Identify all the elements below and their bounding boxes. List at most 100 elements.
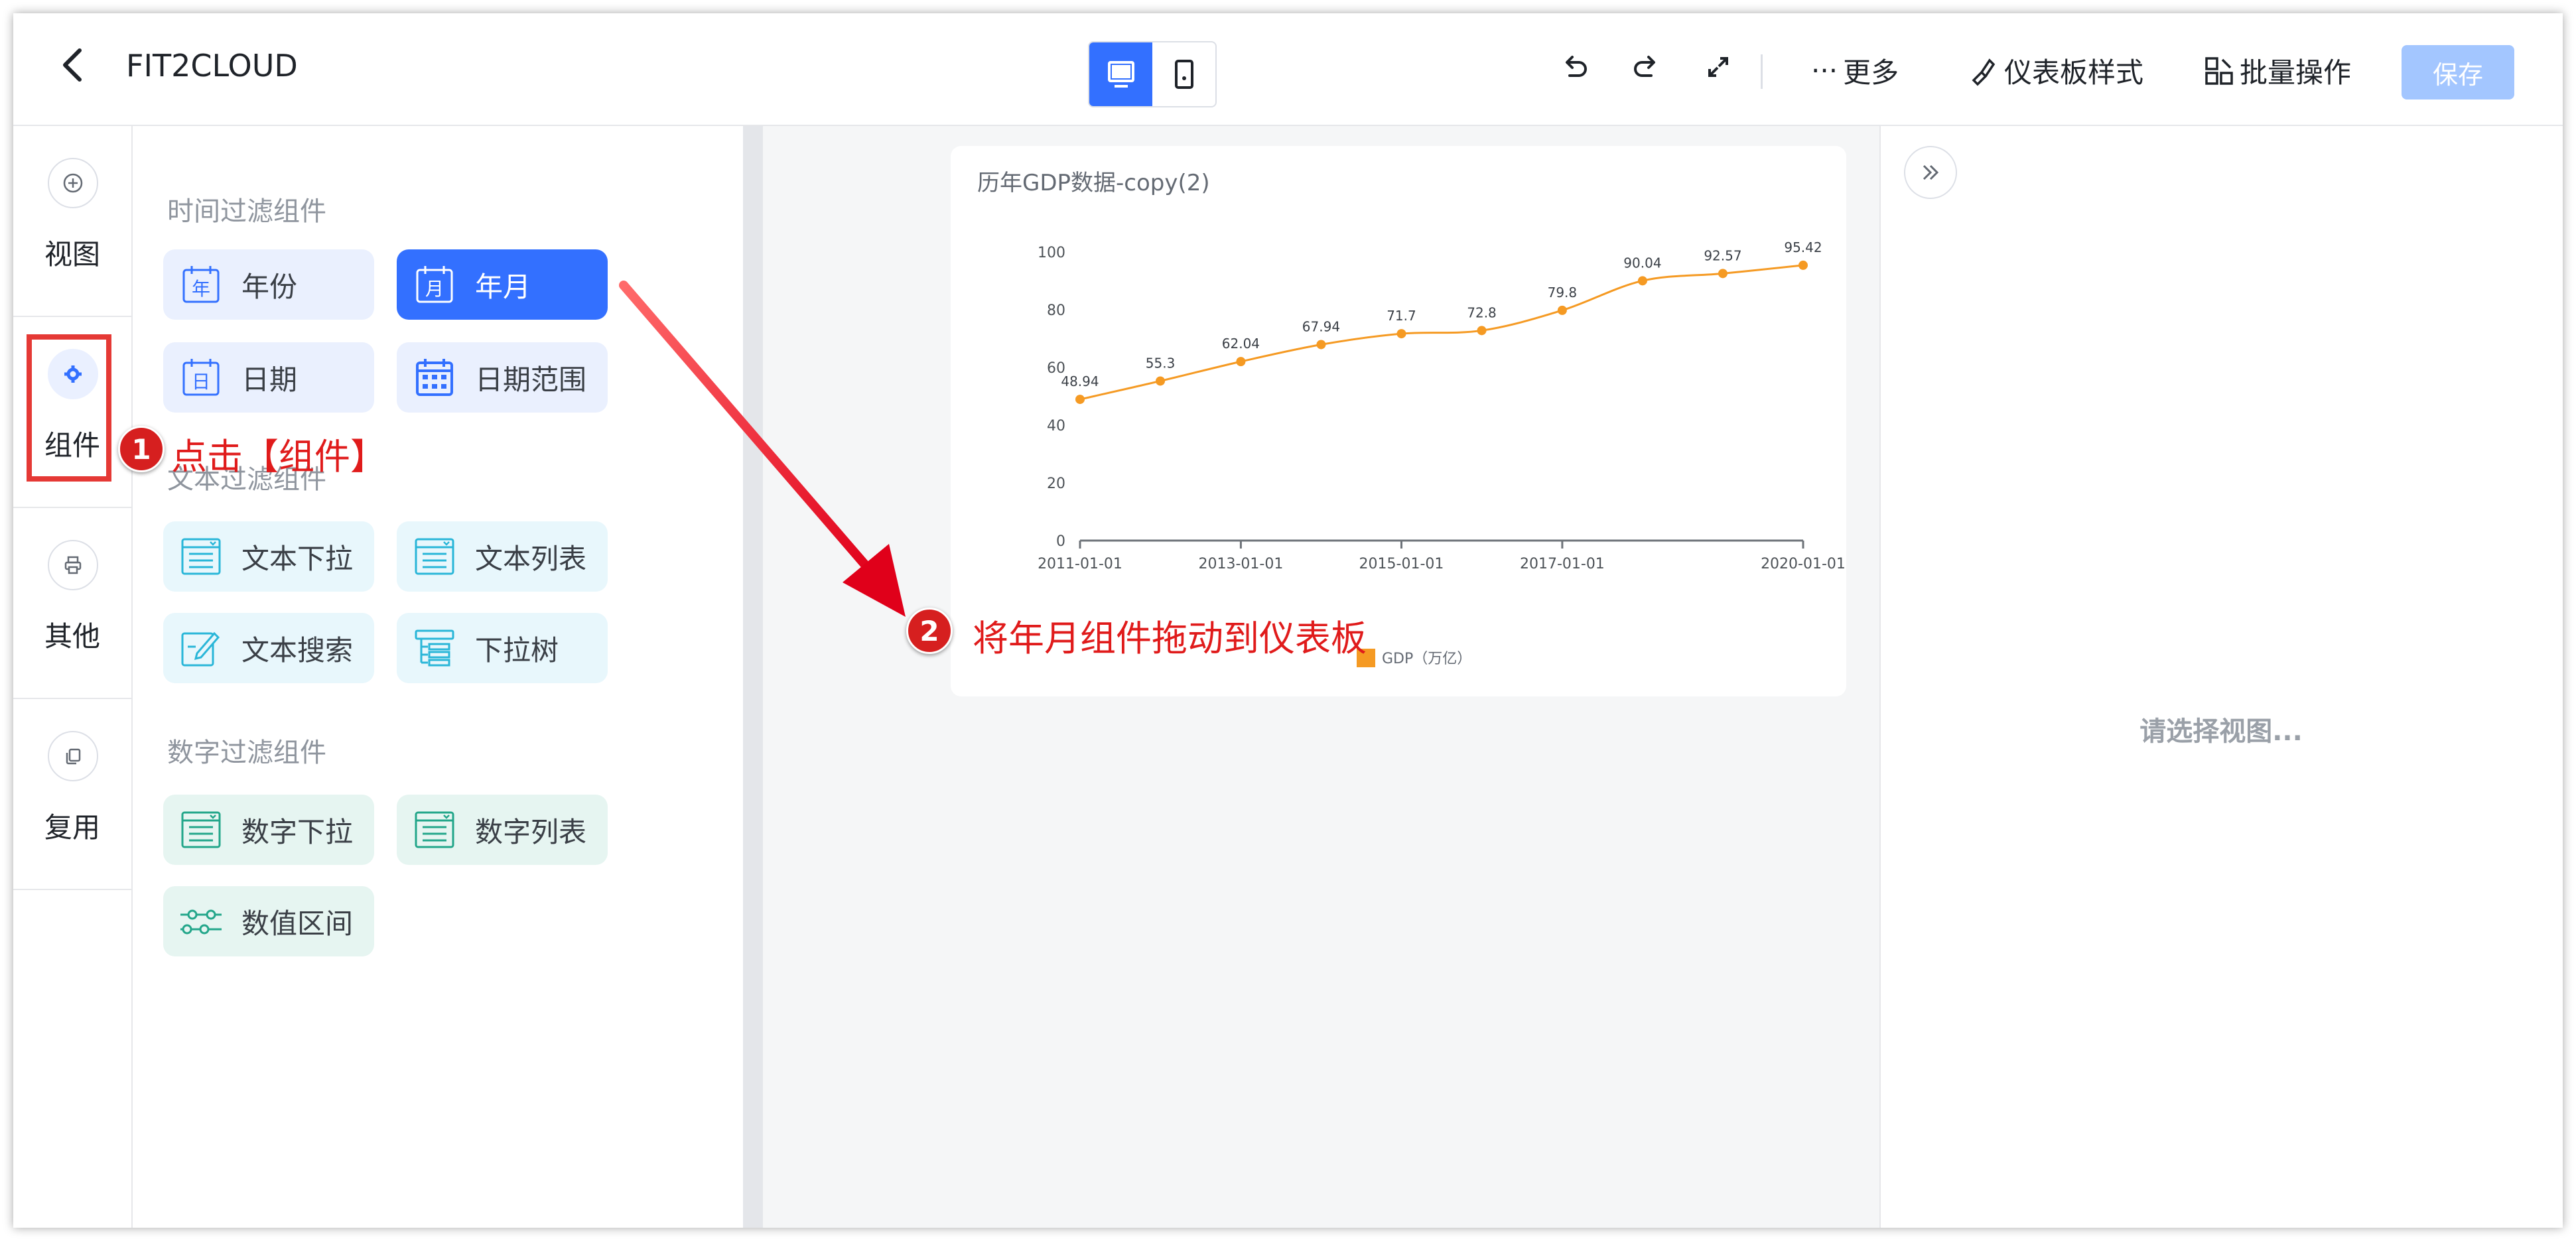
data-label: 71.7 [1387,308,1416,324]
chip-label: 数字列表 [475,815,587,848]
svg-text:月: 月 [425,278,444,300]
dropdown-list-icon [178,807,224,853]
header-divider [1761,54,1763,89]
grid-icon [2205,56,2233,85]
more-label: 更多 [1843,56,1899,89]
svg-text:日: 日 [192,371,210,393]
redo-button[interactable] [1629,50,1662,84]
back-arrow-icon [63,48,82,82]
batch-ops-label: 批量操作 [2240,56,2352,89]
y-tick-label: 80 [1047,302,1065,319]
highlight-box-component [27,334,111,482]
canvas-scroll-edge [743,126,763,1228]
x-tick-label: 2013-01-01 [1198,556,1283,572]
top-header: FIT2CLOUD ··· 更多 仪表板样式 批量操作 保存 [13,13,2563,126]
rail-label: 其他 [44,620,100,653]
rail-item-view[interactable]: 视图 [13,126,131,317]
rail-label: 复用 [44,811,100,844]
calendar-day-icon: 日 [178,354,224,401]
data-point [1316,340,1326,350]
step-badge-2: 2 [906,608,953,654]
tree-icon [411,625,458,671]
double-chevron-right-icon [1923,164,1939,180]
data-point [1156,376,1166,386]
number-filter-section-title: 数字过滤组件 [167,738,326,768]
brush-icon [1972,58,1996,86]
edit-search-icon [178,625,224,671]
data-label: 62.04 [1222,336,1260,352]
calendar-month-icon: 月 [411,261,458,308]
filter-chip-text-dropdown[interactable]: 文本下拉 [163,521,374,592]
data-point [1557,305,1567,315]
filter-chip-year[interactable]: 年 年份 [163,249,374,320]
expand-icon [1708,57,1728,77]
dashboard-title: FIT2CLOUD [126,48,298,84]
filter-chip-dropdown-tree[interactable]: 下拉树 [397,613,608,683]
filter-chip-year-month[interactable]: 月 年月 [397,249,608,320]
y-tick-label: 100 [1038,245,1065,261]
undo-icon [1566,56,1587,77]
left-icon-rail: 视图 组件 其他 复用 [13,126,133,1228]
dropdown-list-icon [178,533,224,580]
filter-chip-text-list[interactable]: 文本列表 [397,521,608,592]
y-tick-label: 20 [1047,476,1065,492]
dashboard-style-label: 仪表板样式 [2004,56,2144,89]
fullscreen-button[interactable] [1702,50,1735,84]
component-panel: 时间过滤组件 年 年份 月 年月 日 日期 日期范围 文本过滤组件 文本下拉 文… [133,126,743,1228]
calendar-range-icon [411,354,458,401]
filter-chip-text-search[interactable]: 文本搜索 [163,613,374,683]
app-window: FIT2CLOUD ··· 更多 仪表板样式 批量操作 保存 视图 组件 其他 … [13,13,2563,1228]
list-icon [411,807,458,853]
more-dots-icon: ··· [1811,54,1838,87]
chip-label: 年月 [475,270,531,303]
chip-label: 日期 [241,363,298,396]
filter-chip-number-range[interactable]: 数值区间 [163,886,374,956]
select-view-placeholder: 请选择视图... [2139,716,2303,747]
undo-button[interactable] [1559,50,1592,84]
list-icon [411,533,458,580]
calendar-year-icon: 年 [178,261,224,308]
data-labels: 48.94 55.3 62.04 67.94 71.7 72.8 79.8 90.04 92.5… [1061,239,1822,389]
filter-chip-date-range[interactable]: 日期范围 [397,342,608,413]
redo-icon [1634,56,1655,77]
x-axis: 2011-01-01 2013-01-01 2015-01-01 2017-01-01… [1038,539,1846,572]
rail-item-other[interactable]: 其他 [13,508,131,699]
chip-label: 文本列表 [475,542,587,575]
properties-panel [1879,126,2563,1228]
series-line [1079,264,1804,401]
save-button[interactable]: 保存 [2402,45,2514,99]
filter-chip-date[interactable]: 日 日期 [163,342,374,413]
rail-item-reuse[interactable]: 复用 [13,699,131,890]
batch-ops-button[interactable]: 批量操作 [2203,50,2351,91]
data-label: 79.8 [1548,285,1578,300]
x-tick-label: 2020-01-01 [1761,556,1846,572]
time-filter-section-title: 时间过滤组件 [167,196,326,227]
dashboard-style-button[interactable]: 仪表板样式 [1967,50,2143,91]
x-tick-label: 2017-01-01 [1520,556,1605,572]
chip-label: 日期范围 [475,363,587,396]
rail-label: 视图 [44,238,100,271]
data-label: 67.94 [1302,318,1340,334]
phone-icon [1174,60,1193,89]
data-label: 95.42 [1784,239,1822,255]
y-axis: 020406080100 [1038,245,1065,550]
chip-label: 年份 [241,270,298,303]
step-badge-1: 1 [118,426,165,472]
printer-icon [48,540,98,590]
data-label: 55.3 [1146,355,1176,371]
svg-text:年: 年 [192,278,210,300]
filter-chip-number-dropdown[interactable]: 数字下拉 [163,795,374,865]
chip-label: 文本搜索 [241,633,354,667]
data-point [1637,276,1647,286]
desktop-view-button[interactable] [1089,42,1152,106]
chip-label: 下拉树 [475,633,559,667]
mobile-view-button[interactable] [1152,42,1215,106]
step-note-1: 点击【组件】 [171,436,386,478]
chip-label: 文本下拉 [241,542,354,575]
back-button[interactable] [53,45,93,85]
more-button[interactable]: ··· 更多 [1811,50,1899,91]
filter-chip-number-list[interactable]: 数字列表 [397,795,608,865]
collapse-panel-button[interactable] [1904,146,1957,199]
copy-icon [48,731,98,781]
y-tick-label: 40 [1047,418,1065,434]
